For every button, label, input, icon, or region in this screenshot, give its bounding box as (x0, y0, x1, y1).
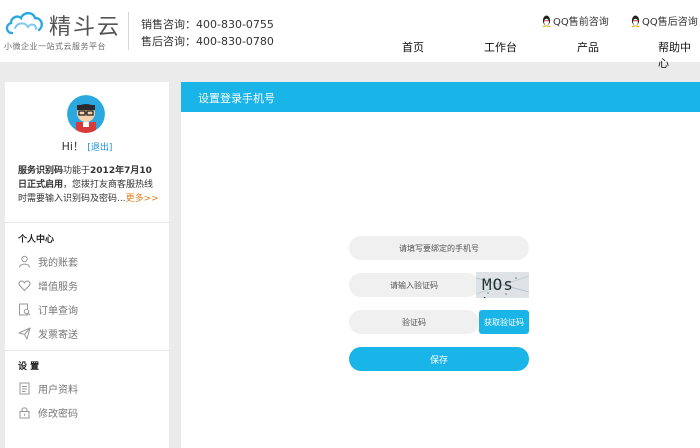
qq-aftersales-link[interactable]: QQ售后咨询 (630, 13, 698, 28)
nav-help-center[interactable]: 帮助中心 (658, 39, 700, 71)
qq-presales-label: QQ售前咨询 (553, 17, 609, 28)
bind-phone-panel: 设置登录手机号 MOs k 获取验证码 保存 (181, 82, 700, 448)
sidebar-item-user-profile[interactable]: 用户资料 (18, 380, 78, 396)
sidebar-divider (5, 222, 169, 223)
phone-input[interactable] (349, 236, 529, 260)
cloud-logo-icon[interactable] (3, 8, 45, 38)
section-personal-center: 个人中心 (18, 235, 55, 245)
send-icon (18, 327, 31, 339)
avatar[interactable] (67, 95, 105, 133)
panel-title: 设置登录手机号 (198, 92, 275, 105)
qq-aftersales-label: QQ售后咨询 (642, 17, 698, 28)
greeting-text: Hi！ (61, 140, 84, 153)
sidebar-item-order-query[interactable]: 订单查询 (18, 301, 78, 317)
sidebar-item-my-accounts[interactable]: 我的账套 (18, 253, 78, 269)
order-search-icon (19, 303, 31, 315)
captcha-input[interactable] (349, 273, 479, 297)
top-header: 精斗云 小微企业一站式云服务平台 销售咨询：400-830-0755 售后咨询：… (0, 0, 700, 70)
captcha-text: MOs k (482, 275, 514, 298)
notice-mid: 功能于 (63, 166, 91, 176)
heart-icon (18, 279, 31, 291)
sidebar-item-label: 增值服务 (38, 281, 78, 293)
logo-tagline: 小微企业一站式云服务平台 (4, 42, 106, 51)
captcha-image[interactable]: MOs k (476, 272, 529, 298)
sidebar-item-label: 发票寄送 (38, 329, 78, 341)
notice-more-link[interactable]: 更多>> (126, 194, 159, 204)
greeting: Hi！ [退出] (5, 138, 169, 154)
sidebar-item-label: 我的账套 (38, 257, 78, 269)
aftersales-contact: 售后咨询：400-830-0780 (141, 35, 274, 48)
sidebar-item-label: 订单查询 (38, 305, 78, 317)
sidebar-divider (5, 350, 169, 351)
notice-strong-1: 服务识别码 (18, 166, 64, 176)
sidebar-item-change-password[interactable]: 修改密码 (18, 404, 78, 420)
qq-penguin-icon (631, 15, 640, 27)
logo-name[interactable]: 精斗云 (49, 9, 121, 41)
header-divider (128, 12, 129, 50)
nav-workbench[interactable]: 工作台 (484, 39, 517, 55)
get-code-button[interactable]: 获取验证码 (479, 310, 529, 334)
panel-header: 设置登录手机号 (181, 82, 700, 112)
section-settings: 设 置 (18, 362, 40, 372)
sidebar-item-value-added[interactable]: 增值服务 (18, 277, 78, 293)
lock-icon (19, 406, 30, 418)
sidebar-item-label: 修改密码 (38, 408, 78, 420)
sidebar-item-label: 用户资料 (38, 384, 78, 396)
nav-products[interactable]: 产品 (577, 39, 599, 55)
qq-penguin-icon (542, 15, 551, 27)
service-code-notice: 服务识别码功能于2012年7月10日正式启用，您拨打友商客服热线时需要输入识别码… (18, 164, 160, 206)
save-button[interactable]: 保存 (349, 347, 529, 371)
sms-code-input[interactable] (349, 310, 479, 334)
user-icon (19, 255, 30, 268)
sidebar-item-invoice-mailing[interactable]: 发票寄送 (18, 325, 78, 341)
sales-contact: 销售咨询：400-830-0755 (141, 18, 274, 31)
sidebar: Hi！ [退出] 服务识别码功能于2012年7月10日正式启用，您拨打友商客服热… (5, 82, 169, 448)
document-icon (19, 382, 30, 394)
nav-home[interactable]: 首页 (402, 39, 424, 55)
qq-presales-link[interactable]: QQ售前咨询 (541, 13, 609, 28)
logout-link[interactable]: [退出] (87, 143, 112, 153)
